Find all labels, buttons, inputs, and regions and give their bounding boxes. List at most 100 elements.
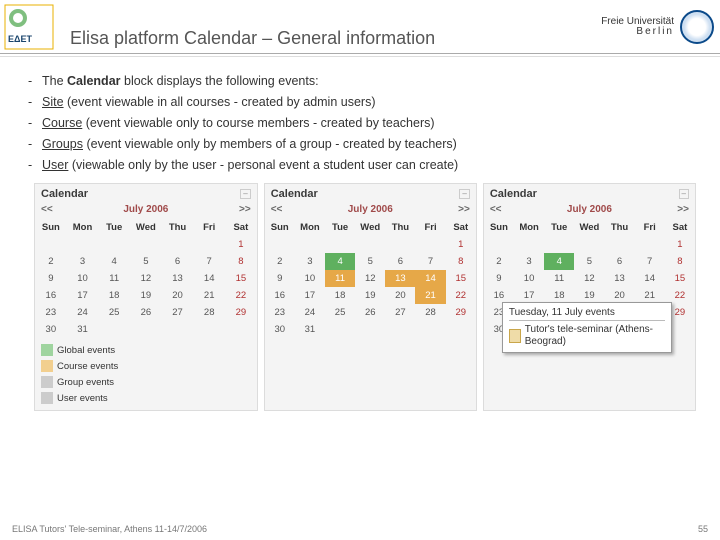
day-cell[interactable]: 30 [35,321,67,338]
day-cell[interactable]: 31 [67,321,99,338]
day-cell[interactable]: 26 [130,304,162,321]
day-cell[interactable]: 30 [265,321,295,338]
day-cell[interactable]: 11 [98,270,130,287]
day-cell[interactable]: 4 [544,253,574,270]
day-cell[interactable]: 8 [225,253,257,270]
day-cell [98,321,130,338]
day-cell[interactable]: 5 [130,253,162,270]
day-cell[interactable]: 13 [604,270,634,287]
day-cell[interactable]: 21 [193,287,225,304]
day-cell[interactable]: 9 [484,270,514,287]
day-cell[interactable]: 20 [162,287,194,304]
day-cell[interactable]: 17 [67,287,99,304]
day-cell[interactable]: 24 [295,304,325,321]
day-cell[interactable]: 7 [193,253,225,270]
day-cell[interactable]: 18 [98,287,130,304]
day-cell[interactable]: 10 [67,270,99,287]
calendar-title: Calendar [41,188,88,200]
day-cell[interactable]: 14 [193,270,225,287]
day-cell[interactable]: 24 [67,304,99,321]
day-cell[interactable]: 28 [415,304,445,321]
bullet-item: Groups (event viewable only by members o… [28,136,702,153]
day-cell[interactable]: 19 [355,287,385,304]
day-cell[interactable]: 8 [665,253,695,270]
day-cell[interactable]: 11 [325,270,355,287]
day-cell[interactable]: 15 [225,270,257,287]
minimize-icon[interactable]: – [459,189,469,199]
bullet-item: Course (event viewable only to course me… [28,115,702,132]
day-cell[interactable]: 29 [446,304,476,321]
day-cell[interactable]: 29 [225,304,257,321]
minimize-icon[interactable]: – [679,189,689,199]
day-cell[interactable]: 3 [514,253,544,270]
tooltip-event-text[interactable]: Tutor's tele-seminar (Athens-Beograd) [525,324,665,348]
day-cell[interactable]: 21 [415,287,445,304]
day-cell[interactable]: 16 [35,287,67,304]
day-cell[interactable]: 14 [635,270,665,287]
day-cell[interactable]: 11 [544,270,574,287]
day-cell[interactable]: 14 [415,270,445,287]
day-cell[interactable]: 17 [295,287,325,304]
day-cell[interactable]: 7 [415,253,445,270]
day-cell[interactable]: 5 [574,253,604,270]
day-cell[interactable]: 1 [446,236,476,253]
day-cell[interactable]: 23 [265,304,295,321]
next-month-button[interactable]: >> [677,204,689,215]
day-cell[interactable]: 9 [265,270,295,287]
day-cell[interactable]: 18 [325,287,355,304]
day-cell[interactable]: 3 [295,253,325,270]
day-cell[interactable]: 27 [162,304,194,321]
day-cell[interactable]: 25 [98,304,130,321]
day-cell[interactable]: 4 [98,253,130,270]
day-cell[interactable]: 15 [665,270,695,287]
day-cell[interactable]: 26 [355,304,385,321]
day-cell[interactable]: 19 [130,287,162,304]
next-month-button[interactable]: >> [458,204,470,215]
day-cell[interactable]: 27 [385,304,415,321]
day-cell[interactable]: 8 [446,253,476,270]
day-cell[interactable]: 4 [325,253,355,270]
day-cell[interactable]: 25 [325,304,355,321]
prev-month-button[interactable]: << [41,204,53,215]
day-cell[interactable]: 22 [446,287,476,304]
day-cell[interactable]: 15 [446,270,476,287]
day-cell[interactable]: 12 [355,270,385,287]
month-label[interactable]: July 2006 [123,204,168,215]
day-cell[interactable]: 13 [385,270,415,287]
day-cell[interactable]: 12 [130,270,162,287]
day-cell[interactable]: 6 [162,253,194,270]
day-cell[interactable]: 10 [514,270,544,287]
day-cell[interactable]: 6 [385,253,415,270]
calendar-widget: Calendar–<<July 2006>>SunMonTueWedThuFri… [483,183,696,411]
day-cell[interactable]: 9 [35,270,67,287]
next-month-button[interactable]: >> [239,204,251,215]
day-cell[interactable]: 1 [665,236,695,253]
day-cell[interactable]: 2 [484,253,514,270]
day-cell[interactable]: 22 [225,287,257,304]
legend-item: User events [41,392,142,404]
day-cell[interactable]: 7 [635,253,665,270]
day-cell[interactable]: 23 [35,304,67,321]
day-cell[interactable]: 2 [265,253,295,270]
calendar-widget: Calendar–<<July 2006>>SunMonTueWedThuFri… [34,183,258,411]
month-label[interactable]: July 2006 [348,204,393,215]
minimize-icon[interactable]: – [240,189,250,199]
day-cell[interactable]: 31 [295,321,325,338]
day-cell[interactable]: 20 [385,287,415,304]
month-label[interactable]: July 2006 [567,204,612,215]
day-cell[interactable]: 16 [265,287,295,304]
day-cell[interactable]: 10 [295,270,325,287]
dow-header: Sun [35,219,67,236]
day-cell[interactable]: 3 [67,253,99,270]
day-cell[interactable]: 28 [193,304,225,321]
day-cell[interactable]: 1 [225,236,257,253]
dow-header: Thu [604,219,634,236]
day-cell[interactable]: 2 [35,253,67,270]
day-cell[interactable]: 6 [604,253,634,270]
day-cell[interactable]: 12 [574,270,604,287]
legend-swatch [41,392,53,404]
day-cell[interactable]: 5 [355,253,385,270]
prev-month-button[interactable]: << [490,204,502,215]
prev-month-button[interactable]: << [271,204,283,215]
day-cell[interactable]: 13 [162,270,194,287]
